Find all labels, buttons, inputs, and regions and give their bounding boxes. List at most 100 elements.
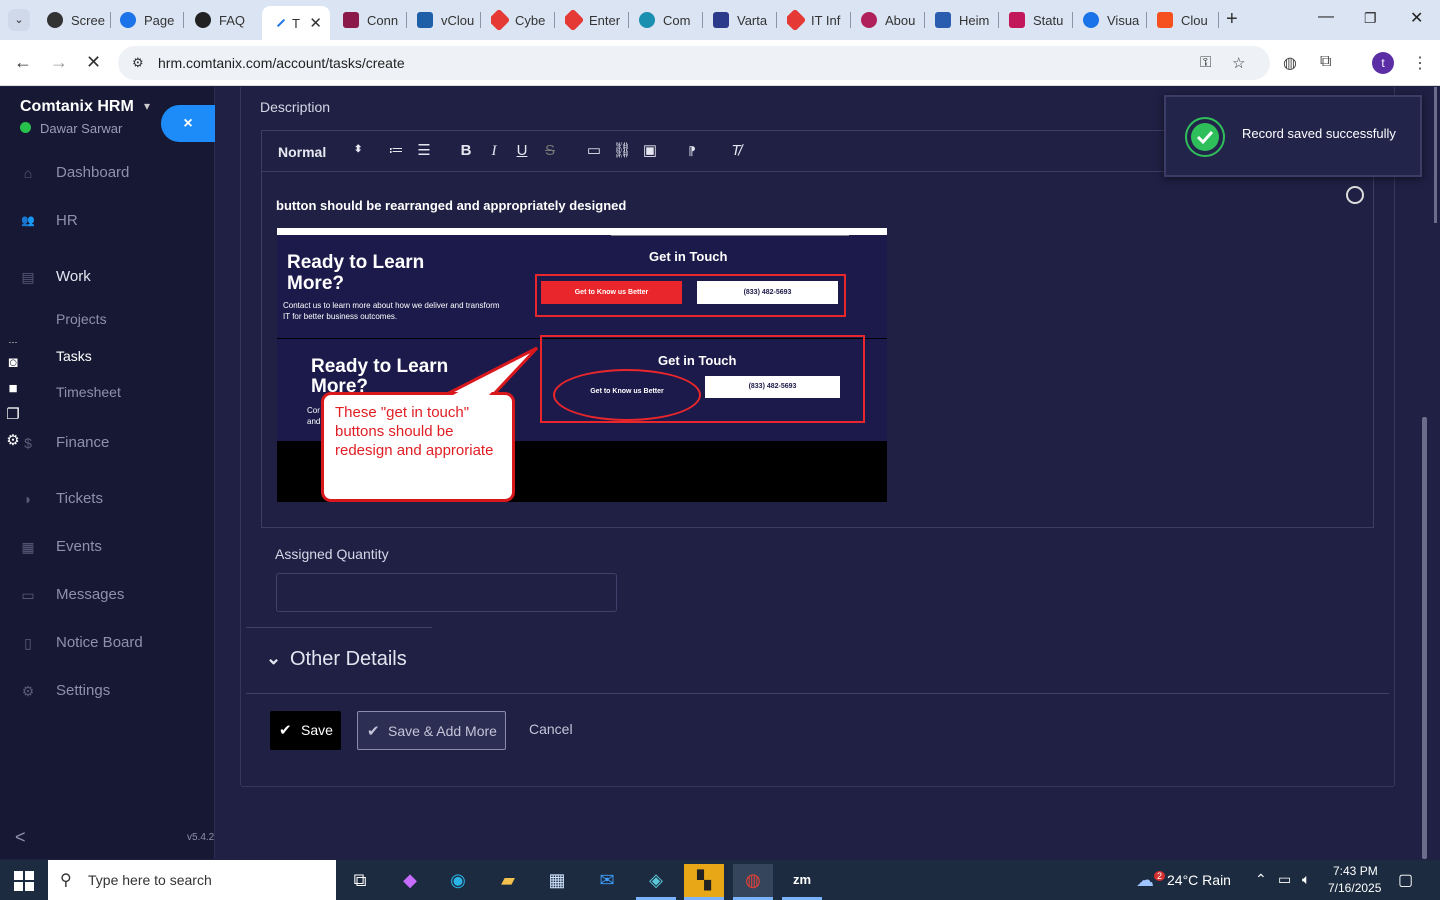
description-editor[interactable]: Normal ⬍ ≔ ☰ B I U S ▭ ⛓ ▣ ⁋ T̸ button sh…	[261, 130, 1374, 528]
close-window-icon[interactable]: ✕	[1410, 8, 1423, 28]
browser-tab[interactable]: Conn	[343, 8, 407, 32]
sticky-notes-icon[interactable]: ▚	[684, 864, 724, 900]
brand-name[interactable]: Comtanix HRM	[20, 98, 134, 116]
insert-image-icon[interactable]: ▭	[584, 141, 604, 161]
browser-tab[interactable]: Clou	[1157, 8, 1219, 32]
browser-tab[interactable]: Page	[120, 8, 184, 32]
copilot-icon[interactable]: ◆	[390, 864, 430, 900]
editor-text[interactable]: button should be rearranged and appropri…	[276, 198, 626, 213]
video-camera-icon[interactable]: ■	[3, 379, 23, 399]
minimize-window-icon[interactable]: —	[1318, 8, 1334, 26]
browser-tab[interactable]: FAQ	[195, 8, 257, 32]
weather-rain-icon[interactable]: ☁ 2	[1136, 870, 1166, 891]
clear-format-icon[interactable]: T̸	[726, 141, 746, 161]
sidebar-item-projects[interactable]: Projects	[0, 306, 214, 336]
new-tab-button[interactable]: +	[1226, 8, 1238, 31]
zoom-app-icon[interactable]: zm	[782, 864, 822, 900]
close-sidebar-button[interactable]: ×	[161, 105, 215, 142]
history-icon[interactable]	[1346, 186, 1364, 204]
browser-tab[interactable]: Enter	[565, 8, 629, 32]
browser-tab-active[interactable]: T ✕	[262, 6, 330, 40]
url-text[interactable]: hrm.comtanix.com/account/tasks/create	[158, 55, 405, 71]
sidebar-item-label: Tasks	[56, 348, 92, 364]
address-bar[interactable]: ⚙ hrm.comtanix.com/account/tasks/create …	[118, 46, 1270, 80]
notification-icon[interactable]: ▢	[1398, 870, 1413, 890]
microsoft-store-icon[interactable]: ▦	[537, 864, 577, 900]
success-toast[interactable]: Record saved successfully	[1164, 95, 1422, 177]
tab-search-chevron-icon[interactable]: ⌄	[8, 9, 30, 31]
sidebar-item-settings[interactable]: ⚙ Settings	[0, 677, 214, 707]
browser-tab[interactable]: Abou	[861, 8, 925, 32]
forward-arrow-icon[interactable]: →	[50, 52, 68, 73]
sidebar-item-tasks[interactable]: Tasks	[0, 343, 214, 373]
clock-date[interactable]: 7/16/2025	[1328, 881, 1381, 895]
task-view-icon[interactable]: ⧉	[340, 864, 380, 900]
save-and-add-more-button[interactable]: ✔ Save & Add More	[357, 711, 506, 750]
sidebar-item-timesheet[interactable]: Timesheet	[0, 379, 214, 409]
stop-loading-icon[interactable]: ✕	[86, 52, 101, 73]
insert-table-icon[interactable]: ▣	[640, 141, 660, 161]
text-direction-icon[interactable]: ⁋	[682, 141, 702, 161]
bullet-list-icon[interactable]: ☰	[414, 141, 434, 161]
italic-icon[interactable]: I	[484, 141, 504, 161]
browser-tab[interactable]: Varta	[713, 8, 777, 32]
profile-avatar[interactable]: t	[1372, 52, 1394, 74]
back-arrow-icon[interactable]: ←	[14, 52, 32, 73]
browser-tab[interactable]: IT Inf	[787, 8, 851, 32]
file-explorer-icon[interactable]: ▰	[488, 864, 528, 900]
password-key-icon[interactable]: ⚿	[1200, 54, 1211, 71]
chevron-down-icon[interactable]: ▾	[144, 99, 150, 113]
browser-tab[interactable]: Scree	[47, 8, 111, 32]
scrollbar-thumb[interactable]	[1434, 87, 1437, 223]
extensions-puzzle-icon[interactable]: ⧉	[1320, 53, 1331, 71]
sidebar-item-tickets[interactable]: ◗ Tickets	[0, 485, 214, 515]
sidebar-item-notice-board[interactable]: ▯ Notice Board	[0, 629, 214, 659]
volume-icon[interactable]: 🔈︎	[1302, 871, 1310, 888]
gear-icon[interactable]: ⚙	[3, 431, 23, 451]
mail-icon[interactable]: ✉	[587, 864, 627, 900]
windows-start-icon[interactable]	[14, 871, 34, 891]
browser-tab[interactable]: Visua	[1083, 8, 1147, 32]
browser-tab[interactable]: Heim	[935, 8, 999, 32]
collapse-sidebar-button[interactable]: <	[15, 827, 26, 848]
weather-badge: 2	[1154, 871, 1166, 881]
sidebar-item-hr[interactable]: 👥 HR	[0, 207, 214, 237]
tool-handle-icon[interactable]: ⋯	[3, 337, 23, 347]
bold-icon[interactable]: B	[456, 141, 476, 161]
chevron-up-icon[interactable]: ⌃	[1255, 871, 1267, 888]
window-capture-icon[interactable]: ❐	[3, 405, 23, 425]
text-format-select[interactable]: Normal ⬍	[278, 144, 368, 160]
site-info-icon[interactable]: ⚙	[132, 55, 144, 71]
browser-tab[interactable]: vClou	[417, 8, 481, 32]
browser-tab[interactable]: Com	[639, 8, 703, 32]
close-tab-icon[interactable]: ✕	[309, 14, 322, 32]
cancel-button[interactable]: Cancel	[529, 721, 573, 737]
assigned-quantity-input[interactable]	[276, 573, 617, 612]
restore-window-icon[interactable]: ❐	[1364, 10, 1377, 27]
sidebar-item-finance[interactable]: $ Finance	[0, 429, 214, 459]
browser-menu-icon[interactable]: ⋮	[1412, 53, 1428, 73]
save-button[interactable]: ✔ Save	[270, 711, 341, 750]
browser-tab[interactable]: Cybe	[491, 8, 555, 32]
taskbar-search-box[interactable]: ⚲ Type here to search	[48, 860, 336, 900]
network-icon[interactable]: ▭	[1278, 871, 1291, 888]
edge-browser-icon[interactable]: ◉	[438, 864, 478, 900]
chrome-browser-icon[interactable]: ◍	[733, 864, 773, 900]
sidebar-item-events[interactable]: ▦ Events	[0, 533, 214, 563]
ordered-list-icon[interactable]: ≔	[386, 141, 406, 161]
page-scrollbar[interactable]	[1422, 87, 1440, 859]
underline-icon[interactable]: U	[512, 141, 532, 161]
weather-text[interactable]: 24°C Rain	[1167, 872, 1231, 888]
browser-tab[interactable]: Statu	[1009, 8, 1073, 32]
clock-time[interactable]: 7:43 PM	[1333, 864, 1378, 878]
sidebar-item-messages[interactable]: ▭ Messages	[0, 581, 214, 611]
translate-globe-icon[interactable]: ◍	[1283, 53, 1297, 73]
strikethrough-icon[interactable]: S	[540, 141, 560, 161]
camera-icon[interactable]: ◙	[3, 353, 23, 373]
sidebar-item-work[interactable]: ▤ Work	[0, 263, 214, 293]
bookmark-star-icon[interactable]: ☆	[1232, 54, 1245, 72]
sidebar-item-dashboard[interactable]: ⌂ Dashboard	[0, 159, 214, 189]
app-diamond-icon[interactable]: ◈	[636, 864, 676, 900]
link-icon[interactable]: ⛓	[612, 141, 632, 161]
scrollbar-thumb[interactable]	[1422, 417, 1427, 859]
